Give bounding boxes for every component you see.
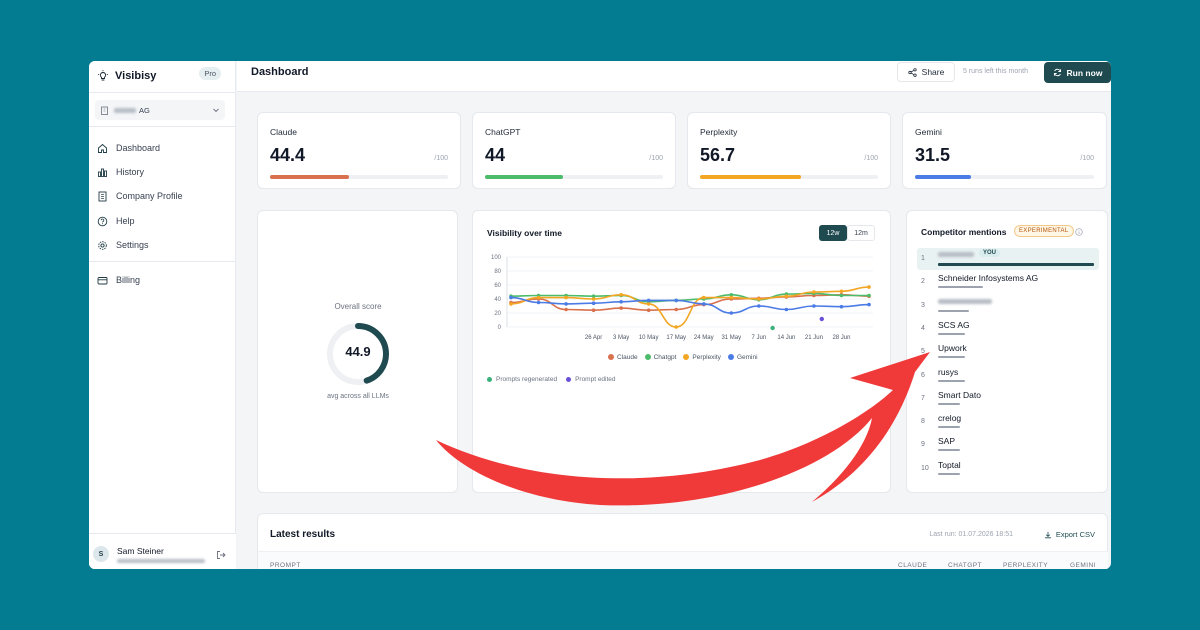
red-arrow-annotation [436,352,930,506]
arrow-shape [436,352,930,506]
